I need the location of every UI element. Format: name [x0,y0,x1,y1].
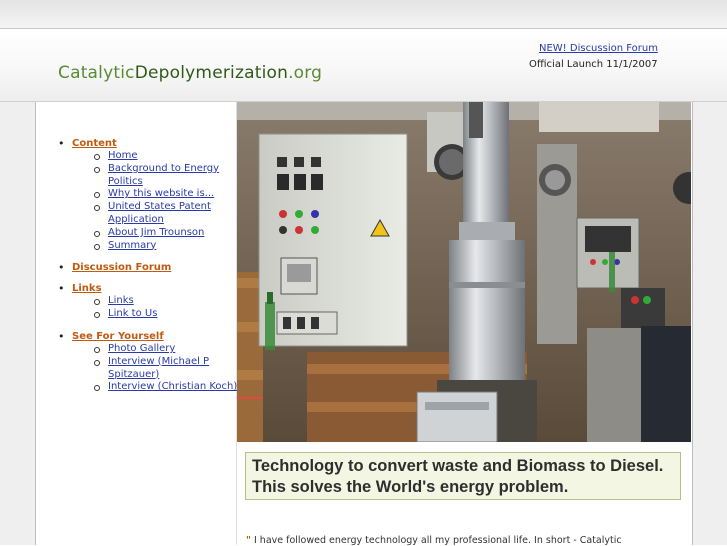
menu-link-patent-application[interactable]: United States Patent Application [108,201,211,225]
sidebar-menu: Content Home Background to Energy Politi… [58,137,248,404]
menu-item: Photo Gallery [72,343,248,356]
menu-link-background[interactable]: Background to Energy Politics [108,163,219,187]
submenu-content: Home Background to Energy Politics Why t… [72,150,248,252]
menu-link-photo-gallery[interactable]: Photo Gallery [108,343,175,354]
menu-link-about-jim-trounson[interactable]: About Jim Trounson [108,227,204,238]
menu-link-why-this-website[interactable]: Why this website is... [108,188,214,199]
menu-item: Link to Us [72,308,248,321]
menu-heading-links[interactable]: Links [72,283,102,294]
menu-item: Summary [72,240,248,253]
menu-item: Links [72,295,248,308]
new-discussion-forum-link[interactable]: NEW! Discussion Forum [539,43,658,54]
menu-heading-see-for-yourself[interactable]: See For Yourself [72,331,164,342]
logo-text-depolymerization: Depolymerization [134,63,289,83]
menu-item: About Jim Trounson [72,227,248,240]
submenu-links: Links Link to Us [72,295,248,321]
logo-text-catalytic: Catalytic [58,63,135,83]
menu-link-summary[interactable]: Summary [108,240,156,251]
menu-section-forum: Discussion Forum [58,261,248,274]
menu-item: Home [72,150,248,163]
menu-link-links[interactable]: Links [108,295,134,306]
menu-link-interview-spitzauer[interactable]: Interview (Michael P Spitzauer) [108,356,209,380]
equipment-photo [237,102,691,442]
menu-heading-content[interactable]: Content [72,138,117,149]
menu-link-link-to-us[interactable]: Link to Us [108,308,157,319]
menu-link-interview-koch[interactable]: Interview (Christian Koch) [108,381,237,392]
main-tagline: Technology to convert waste and Biomass … [252,457,664,496]
menu-item: Background to Energy Politics [72,163,248,189]
sidebar: Content Home Background to Energy Politi… [36,102,237,545]
menu-item: United States Patent Application [72,201,248,227]
menu-section-links: Links Links Link to Us [58,282,248,321]
site-logo[interactable]: CatalyticDepolymerization.org [58,63,322,83]
menu-section-see-for-yourself: See For Yourself Photo Gallery Interview… [58,330,248,394]
menu-item: Why this website is... [72,188,248,201]
browser-top-band [0,0,727,29]
site-header: CatalyticDepolymerization.org NEW! Discu… [0,29,727,102]
logo-text-org: .org [288,63,323,83]
menu-heading-discussion-forum[interactable]: Discussion Forum [72,262,171,273]
menu-item: Interview (Michael P Spitzauer) [72,356,248,382]
menu-item: Interview (Christian Koch) [72,381,248,394]
official-launch-text: Official Launch 11/1/2007 [529,59,658,70]
menu-section-content: Content Home Background to Energy Politi… [58,137,248,252]
intro-quote: " I have followed energy technology all … [246,535,686,546]
quote-text: I have followed energy technology all my… [250,535,622,546]
equipment-illustration [237,102,691,442]
menu-link-home[interactable]: Home [108,150,138,161]
submenu-see-for-yourself: Photo Gallery Interview (Michael P Spitz… [72,343,248,394]
